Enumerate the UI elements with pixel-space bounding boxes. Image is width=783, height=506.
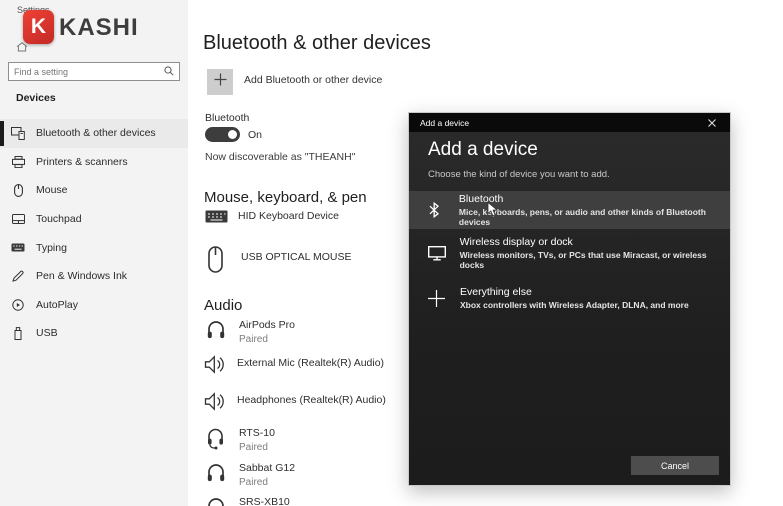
device-row-hid-keyboard[interactable]: HID Keyboard Device bbox=[205, 210, 339, 223]
selected-indicator bbox=[0, 121, 4, 146]
search-box[interactable] bbox=[8, 62, 180, 81]
cancel-button[interactable]: Cancel bbox=[631, 456, 719, 475]
sidebar-item-label: Mouse bbox=[36, 184, 68, 197]
dialog-titlebar-text: Add a device bbox=[420, 117, 470, 128]
usb-icon bbox=[9, 327, 27, 340]
bluetooth-label: Bluetooth bbox=[205, 112, 250, 124]
device-status: Paired bbox=[239, 442, 268, 453]
device-row-headphones-realtek[interactable]: Headphones (Realtek(R) Audio) bbox=[204, 392, 386, 411]
add-device-button[interactable] bbox=[207, 69, 233, 95]
sidebar-item-usb[interactable]: USB bbox=[0, 319, 188, 348]
option-title: Bluetooth bbox=[458, 192, 504, 205]
sidebar-item-printers-scanners[interactable]: Printers & scanners bbox=[0, 148, 188, 177]
plus-icon bbox=[428, 289, 460, 307]
device-name: RTS-10 bbox=[239, 427, 275, 439]
option-description: Xbox controllers with Wireless Adapter, … bbox=[460, 300, 689, 311]
device-row-external-mic[interactable]: External Mic (Realtek(R) Audio) bbox=[204, 355, 384, 374]
speaker-icon bbox=[204, 355, 237, 374]
search-input[interactable] bbox=[14, 66, 164, 77]
pen-icon bbox=[9, 270, 27, 282]
sidebar-item-bluetooth-other-devices[interactable]: Bluetooth & other devices bbox=[0, 119, 188, 148]
settings-window: Settings K KASHI Devices Bluetooth & oth… bbox=[0, 0, 783, 506]
option-wireless-display[interactable]: Wireless display or dock Wireless monito… bbox=[409, 234, 730, 272]
devices-icon bbox=[9, 126, 27, 140]
device-name: External Mic (Realtek(R) Audio) bbox=[237, 357, 385, 369]
sidebar-item-label: USB bbox=[36, 327, 58, 340]
search-icon[interactable] bbox=[164, 63, 174, 81]
device-name: SRS-XB10 bbox=[239, 496, 290, 506]
brand-name: KASHI bbox=[59, 14, 139, 41]
headphones-icon bbox=[206, 496, 239, 506]
headphones-icon bbox=[206, 319, 239, 340]
option-title: Everything else bbox=[460, 285, 532, 298]
device-status: Paired bbox=[239, 334, 268, 345]
monitor-icon bbox=[428, 245, 460, 261]
sidebar-item-autoplay[interactable]: AutoPlay bbox=[0, 291, 188, 320]
add-device-button-label[interactable]: Add Bluetooth or other device bbox=[244, 74, 382, 86]
dialog-subheading: Choose the kind of device you want to ad… bbox=[428, 169, 610, 180]
page-title: Bluetooth & other devices bbox=[203, 32, 431, 54]
device-name: Sabbat G12 bbox=[239, 462, 296, 474]
bluetooth-toggle-state: On bbox=[248, 129, 263, 141]
discoverable-text: Now discoverable as "THEANH" bbox=[205, 151, 356, 163]
plus-icon bbox=[214, 73, 227, 91]
sidebar-item-label: Pen & Windows Ink bbox=[36, 270, 128, 283]
toggle-knob bbox=[228, 130, 237, 139]
sidebar-item-label: Typing bbox=[36, 241, 67, 254]
dialog-heading: Add a device bbox=[428, 139, 538, 160]
device-row-rts-10[interactable]: RTS-10 Paired bbox=[206, 427, 275, 453]
touchpad-icon bbox=[9, 214, 27, 225]
option-description: Wireless monitors, TVs, or PCs that use … bbox=[459, 250, 707, 271]
dialog-titlebar: Add a device bbox=[409, 113, 730, 132]
device-name: USB OPTICAL MOUSE bbox=[241, 251, 352, 263]
kashi-logo: K bbox=[23, 10, 54, 44]
device-row-airpods-pro[interactable]: AirPods Pro Paired bbox=[206, 319, 295, 345]
device-name: Headphones (Realtek(R) Audio) bbox=[237, 394, 386, 406]
option-everything-else[interactable]: Everything else Xbox controllers with Wi… bbox=[409, 279, 730, 317]
keyboard-icon bbox=[9, 243, 27, 252]
mouse-cursor bbox=[487, 201, 499, 222]
sidebar-item-label: Bluetooth & other devices bbox=[36, 127, 156, 140]
mouse-device-icon bbox=[208, 246, 241, 273]
headset-icon bbox=[206, 427, 239, 450]
sidebar-item-label: AutoPlay bbox=[36, 298, 79, 311]
sidebar-item-label: Printers & scanners bbox=[36, 155, 128, 168]
device-row-usb-optical-mouse[interactable]: USB OPTICAL MOUSE bbox=[208, 246, 351, 273]
option-title: Wireless display or dock bbox=[459, 235, 573, 248]
device-name: HID Keyboard Device bbox=[238, 210, 339, 222]
option-bluetooth[interactable]: Bluetooth Mice, keyboards, pens, or audi… bbox=[409, 191, 730, 229]
sidebar-item-mouse[interactable]: Mouse bbox=[0, 176, 188, 205]
option-description: Mice, keyboards, pens, or audio and othe… bbox=[458, 207, 706, 228]
sidebar-item-pen-windows-ink[interactable]: Pen & Windows Ink bbox=[0, 262, 188, 291]
close-icon[interactable] bbox=[705, 116, 719, 130]
add-device-dialog: Add a device Add a device Choose the kin… bbox=[408, 112, 731, 486]
mouse-icon bbox=[9, 184, 27, 197]
autoplay-icon bbox=[9, 299, 27, 311]
device-status: Paired bbox=[239, 477, 268, 488]
device-row-srs-xb10[interactable]: SRS-XB10 bbox=[206, 496, 290, 506]
sidebar-nav: Bluetooth & other devices Printers & sca… bbox=[0, 119, 188, 348]
sidebar: Settings K KASHI Devices Bluetooth & oth… bbox=[0, 0, 188, 506]
headphones-icon bbox=[206, 462, 239, 483]
sidebar-item-typing[interactable]: Typing bbox=[0, 233, 188, 262]
section-title-mouse-keyboard-pen: Mouse, keyboard, & pen bbox=[204, 189, 367, 206]
bluetooth-toggle[interactable] bbox=[205, 127, 240, 142]
keyboard-device-icon bbox=[205, 210, 238, 223]
printer-icon bbox=[9, 155, 27, 168]
device-row-sabbat-g12[interactable]: Sabbat G12 Paired bbox=[206, 462, 295, 488]
sidebar-item-touchpad[interactable]: Touchpad bbox=[0, 205, 188, 234]
device-name: AirPods Pro bbox=[239, 319, 296, 331]
sidebar-section-devices: Devices bbox=[16, 92, 56, 104]
section-title-audio: Audio bbox=[204, 297, 243, 314]
bluetooth-icon bbox=[428, 202, 459, 218]
speaker-icon bbox=[204, 392, 237, 411]
sidebar-item-label: Touchpad bbox=[36, 213, 82, 226]
